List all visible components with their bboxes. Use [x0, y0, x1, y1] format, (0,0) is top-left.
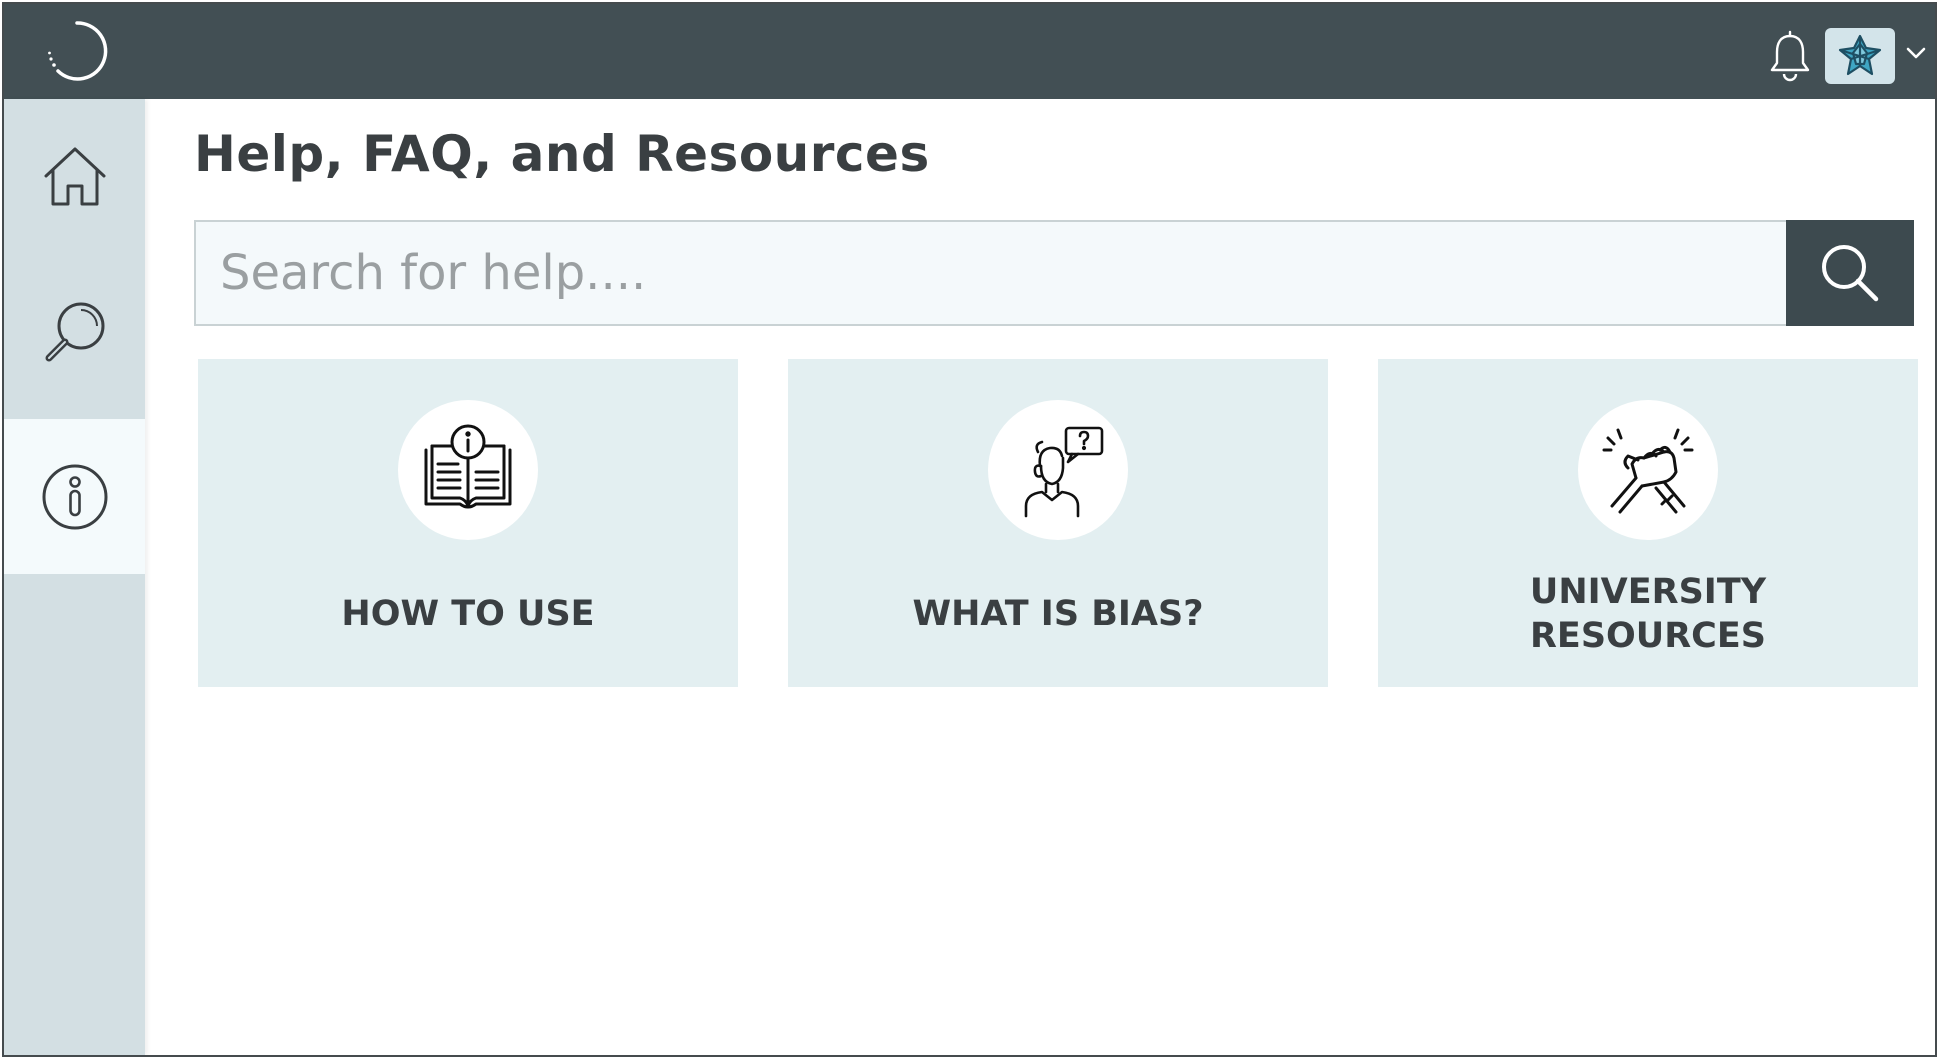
geometric-star-avatar-icon	[1838, 34, 1882, 76]
chevron-down-icon[interactable]	[1905, 46, 1927, 60]
search-input[interactable]	[196, 222, 1788, 324]
help-card-university-resources[interactable]: UNIVERSITY RESOURCES	[1378, 359, 1918, 687]
top-bar	[4, 4, 1935, 99]
info-book-icon	[424, 424, 512, 509]
sidebar-nav	[4, 99, 145, 1055]
handshake-icon	[1602, 428, 1694, 514]
search-button[interactable]	[1786, 220, 1914, 326]
home-icon	[44, 147, 105, 205]
app-window: Help, FAQ, and Resources Search for help…	[2, 2, 1937, 1057]
search-bar	[194, 220, 1914, 326]
sidebar-item-help[interactable]	[4, 419, 145, 574]
user-avatar[interactable]	[1825, 28, 1895, 84]
card-label: WHAT IS BIAS?	[912, 594, 1204, 634]
person-question-icon	[1024, 426, 1104, 518]
sidebar-item-search[interactable]	[4, 254, 145, 409]
help-card-what-is-bias[interactable]: WHAT IS BIAS?	[788, 359, 1328, 687]
app-logo-icon[interactable]	[44, 18, 110, 84]
card-label: UNIVERSITY RESOURCES	[1529, 572, 1767, 656]
bell-icon[interactable]	[1767, 30, 1813, 82]
info-icon	[42, 464, 107, 529]
search-icon	[45, 302, 104, 361]
card-icon-circle	[1578, 400, 1718, 540]
sidebar-item-home[interactable]	[4, 99, 145, 254]
card-icon-circle	[988, 400, 1128, 540]
main-content: Help, FAQ, and Resources Search for help…	[145, 99, 1935, 1055]
search-icon	[1822, 245, 1879, 302]
card-icon-circle	[398, 400, 538, 540]
card-label: HOW TO USE	[341, 594, 595, 634]
help-card-how-to-use[interactable]: HOW TO USE	[198, 359, 738, 687]
page-title: Help, FAQ, and Resources	[194, 125, 930, 183]
